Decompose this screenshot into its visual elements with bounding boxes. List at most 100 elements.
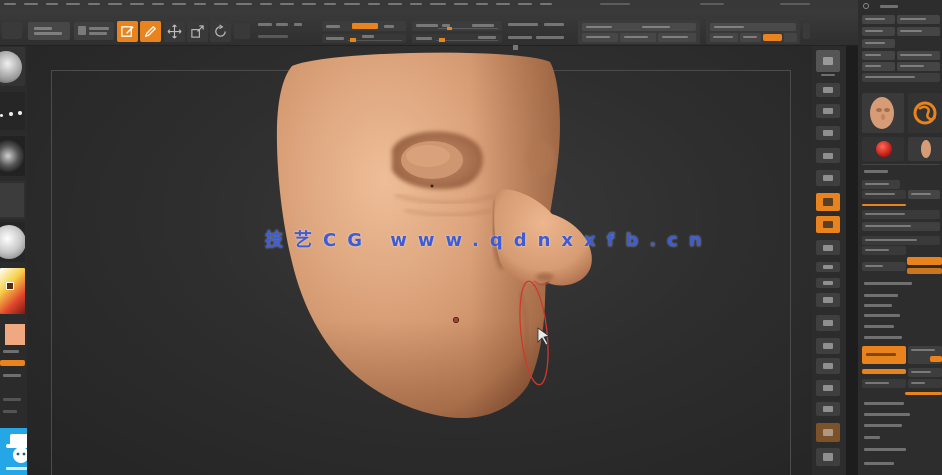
frame-button[interactable] — [816, 293, 840, 307]
option-button[interactable] — [908, 346, 942, 364]
save-as-button[interactable] — [897, 15, 940, 24]
option-button[interactable] — [658, 33, 696, 42]
polymesh-tool-thumbnail[interactable] — [908, 93, 942, 133]
menu-item[interactable] — [4, 3, 16, 5]
menu-item[interactable] — [152, 3, 164, 5]
active-mode-button[interactable] — [0, 360, 25, 366]
palette-menu-button[interactable] — [2, 22, 22, 39]
stroke-button[interactable] — [0, 92, 25, 130]
active-option-button[interactable] — [862, 369, 906, 374]
menu-item[interactable] — [214, 3, 228, 5]
extra-tool-button[interactable] — [234, 23, 250, 39]
slider-knob[interactable] — [447, 27, 452, 30]
menu-item[interactable] — [130, 3, 144, 5]
quicksave-button[interactable] — [74, 22, 114, 40]
option-button[interactable] — [908, 190, 940, 199]
option-button[interactable] — [908, 379, 942, 388]
active-option-button[interactable] — [763, 34, 782, 41]
scale-button[interactable] — [187, 21, 208, 42]
menu-item[interactable] — [108, 3, 122, 5]
copy-tool-button[interactable] — [862, 27, 895, 36]
goz-button[interactable] — [862, 62, 895, 71]
persp-button[interactable] — [816, 193, 840, 211]
scale-view-button[interactable] — [816, 338, 840, 354]
visible-button[interactable] — [897, 62, 940, 71]
axis-button[interactable] — [816, 278, 840, 288]
menu-item[interactable] — [410, 3, 422, 5]
current-tool-thumbnail[interactable] — [862, 93, 904, 133]
rgb-intensity-slider[interactable] — [322, 34, 406, 43]
menu-item[interactable] — [496, 3, 510, 5]
menu-item[interactable] — [518, 3, 532, 5]
slider-field[interactable] — [862, 222, 940, 231]
import-button[interactable] — [862, 39, 895, 48]
menu-item[interactable] — [454, 3, 468, 5]
color-picker[interactable] — [0, 268, 25, 314]
paste-tool-button[interactable] — [897, 27, 940, 36]
local-button[interactable] — [816, 240, 840, 255]
menu-item[interactable] — [476, 3, 488, 5]
option-button[interactable] — [620, 33, 656, 42]
menu-item[interactable] — [24, 3, 38, 5]
draw-size-slider[interactable] — [412, 21, 502, 31]
focal-shift-slider[interactable] — [582, 23, 696, 31]
solo-button[interactable] — [816, 448, 840, 466]
section-header[interactable] — [864, 170, 888, 173]
material-button[interactable] — [0, 222, 25, 262]
menu-item[interactable] — [172, 3, 186, 5]
slider-field[interactable] — [862, 236, 940, 245]
option-button[interactable] — [740, 33, 761, 42]
menu-item[interactable] — [302, 3, 316, 5]
option-button[interactable] — [784, 33, 797, 42]
menu-item[interactable] — [540, 3, 552, 5]
move-button[interactable] — [164, 21, 185, 42]
panel-divider[interactable] — [846, 46, 858, 475]
option-button[interactable] — [862, 379, 906, 388]
menu-item[interactable] — [236, 3, 252, 5]
polyframe-button[interactable] — [816, 380, 840, 396]
menu-item[interactable] — [88, 3, 100, 5]
menu-item[interactable] — [430, 3, 446, 5]
slider-knob[interactable] — [350, 38, 356, 42]
toolbar-scroll-handle[interactable] — [803, 23, 810, 39]
menu-item[interactable] — [780, 3, 810, 5]
menu-item[interactable] — [260, 3, 272, 5]
menu-item[interactable] — [700, 3, 724, 5]
option-button[interactable] — [908, 368, 942, 377]
lightbox-button[interactable] — [28, 22, 70, 40]
menu-item[interactable] — [600, 3, 630, 5]
draw-button[interactable] — [140, 21, 161, 42]
option-button[interactable] — [862, 246, 906, 255]
texture-button[interactable] — [0, 181, 25, 219]
menu-item[interactable] — [280, 3, 294, 5]
subtool-button[interactable] — [862, 180, 900, 189]
zoom-button[interactable] — [816, 126, 840, 140]
load-tool-button[interactable] — [862, 15, 895, 24]
brush-button[interactable] — [0, 47, 25, 86]
menu-item[interactable] — [194, 3, 206, 5]
menu-item[interactable] — [344, 3, 360, 5]
lightbox-tools-button[interactable] — [862, 73, 940, 82]
rgb-toggle[interactable] — [322, 21, 406, 31]
option-button[interactable] — [582, 33, 618, 42]
palette-dock-icon[interactable] — [863, 3, 869, 9]
option-button[interactable] — [862, 262, 906, 271]
sphere-tool-thumbnail[interactable] — [862, 137, 904, 161]
z-intensity-slider[interactable] — [412, 34, 502, 43]
section-header[interactable] — [864, 336, 902, 339]
menu-item[interactable] — [66, 3, 80, 5]
clone-button[interactable] — [862, 51, 895, 60]
actual-size-button[interactable] — [816, 148, 840, 163]
geometry-active-button[interactable] — [862, 346, 906, 364]
rotate-view-button[interactable] — [816, 358, 840, 374]
edit-button[interactable] — [117, 21, 138, 42]
document-canvas[interactable] — [27, 45, 812, 475]
slider-field[interactable] — [862, 210, 940, 219]
menu-item[interactable] — [388, 3, 402, 5]
spotlight-button[interactable] — [816, 83, 840, 97]
bpr-render-button[interactable] — [816, 50, 840, 72]
geometry-field[interactable] — [862, 190, 906, 199]
transp-button[interactable] — [816, 402, 840, 416]
scroll-button[interactable] — [816, 104, 840, 118]
menu-item[interactable] — [46, 3, 58, 5]
